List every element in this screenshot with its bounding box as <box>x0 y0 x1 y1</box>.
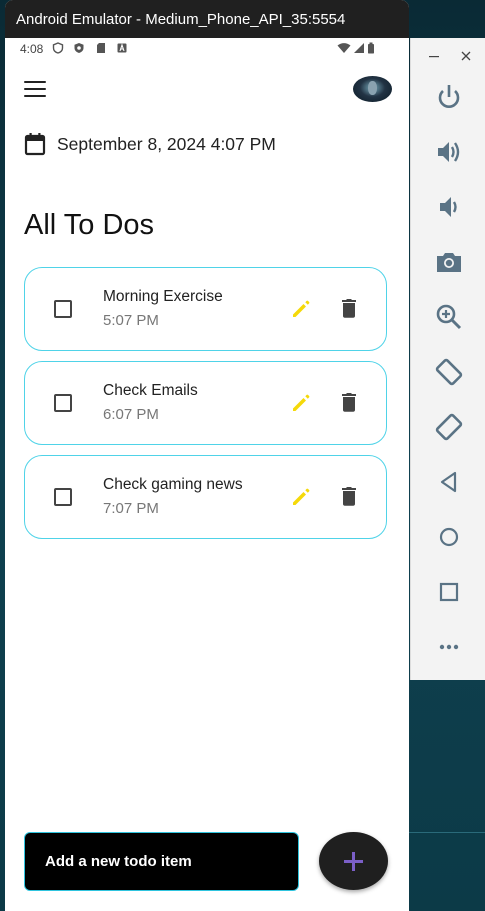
play-protect-icon <box>74 43 84 53</box>
todo-card[interactable]: Morning Exercise 5:07 PM <box>24 267 387 351</box>
back-icon[interactable] <box>434 467 464 497</box>
page-title: All To Dos <box>24 209 155 241</box>
avatar-face <box>368 81 377 95</box>
todo-time: 6:07 PM <box>103 406 159 423</box>
volume-up-icon[interactable] <box>434 137 464 167</box>
zoom-icon[interactable] <box>434 302 464 332</box>
emulator-toolbar <box>410 38 485 680</box>
todo-checkbox[interactable] <box>54 488 72 506</box>
notification-a-icon <box>117 43 127 53</box>
todo-time: 5:07 PM <box>103 312 159 329</box>
new-todo-input[interactable]: Add a new todo item <box>24 832 299 891</box>
edit-icon[interactable] <box>290 486 312 508</box>
todo-card[interactable]: Check Emails 6:07 PM <box>24 361 387 445</box>
rotate-right-icon[interactable] <box>434 412 464 442</box>
edit-icon[interactable] <box>290 392 312 414</box>
date-text: September 8, 2024 4:07 PM <box>57 133 276 154</box>
todo-time: 7:07 PM <box>103 500 159 517</box>
edit-icon[interactable] <box>290 298 312 320</box>
signal-icon <box>354 43 364 53</box>
window-titlebar[interactable]: Android Emulator - Medium_Phone_API_35:5… <box>5 0 409 38</box>
delete-icon[interactable] <box>339 485 359 507</box>
volume-down-icon[interactable] <box>434 192 464 222</box>
rotate-left-icon[interactable] <box>434 357 464 387</box>
todo-title: Check Emails <box>103 382 198 399</box>
close-icon[interactable] <box>460 50 472 62</box>
todo-title: Morning Exercise <box>103 288 223 305</box>
wifi-icon <box>337 43 351 53</box>
sd-card-icon <box>97 43 105 53</box>
overview-icon[interactable] <box>434 577 464 607</box>
avatar[interactable] <box>353 76 392 102</box>
date-display[interactable]: September 8, 2024 4:07 PM <box>24 131 276 157</box>
add-todo-button[interactable] <box>319 832 388 890</box>
home-icon[interactable] <box>434 522 464 552</box>
todo-title: Check gaming news <box>103 476 243 493</box>
plus-icon <box>344 852 363 871</box>
more-icon[interactable] <box>434 632 464 662</box>
status-bar: 4:08 <box>5 38 409 60</box>
calendar-icon <box>24 133 46 156</box>
delete-icon[interactable] <box>339 391 359 413</box>
todo-checkbox[interactable] <box>54 300 72 318</box>
delete-icon[interactable] <box>339 297 359 319</box>
shield-icon <box>52 42 64 54</box>
desktop-divider <box>409 832 485 833</box>
new-todo-placeholder: Add a new todo item <box>45 853 192 870</box>
camera-icon[interactable] <box>434 247 464 277</box>
todo-checkbox[interactable] <box>54 394 72 412</box>
power-icon[interactable] <box>434 82 464 112</box>
battery-icon <box>368 42 374 54</box>
emulator-window: Android Emulator - Medium_Phone_API_35:5… <box>5 0 409 911</box>
todo-card[interactable]: Check gaming news 7:07 PM <box>24 455 387 539</box>
status-time: 4:08 <box>20 42 44 56</box>
menu-icon[interactable] <box>23 78 47 100</box>
window-title: Android Emulator - Medium_Phone_API_35:5… <box>16 11 346 28</box>
minimize-icon[interactable] <box>428 50 440 62</box>
